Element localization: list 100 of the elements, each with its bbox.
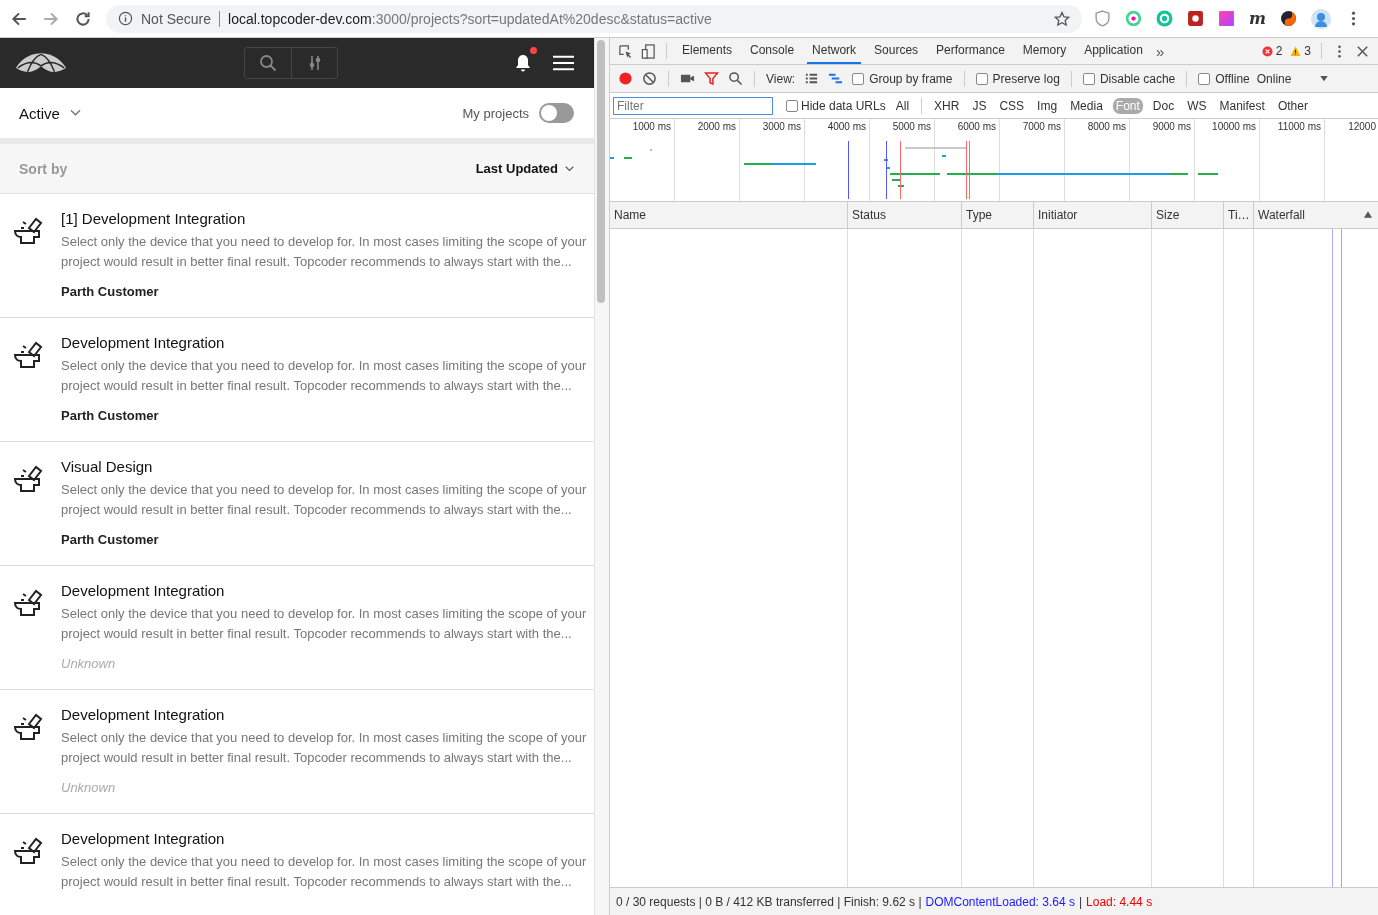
type-filter[interactable]: Other [1274,97,1311,114]
checkbox-label: Disable cache [1099,71,1176,86]
type-filter[interactable]: Img [1034,97,1061,114]
project-title[interactable]: Development Integration [61,706,588,723]
ring-icon[interactable] [1125,10,1143,27]
project-title[interactable]: [1] Development Integration [61,210,588,227]
gradient-square-icon[interactable] [1218,10,1236,27]
column-header[interactable]: Ti… [1224,202,1254,228]
checkbox[interactable] [1198,72,1211,85]
my-projects-toggle[interactable] [539,103,574,123]
type-filter[interactable]: Doc [1149,97,1178,114]
project-owner: Parth Customer [61,408,160,423]
shield-icon[interactable] [1094,10,1112,27]
warning-count[interactable]: 3 [1304,44,1311,58]
avatar-icon[interactable] [1311,8,1331,29]
timeline-tick: 9000 ms [1152,121,1191,132]
project-owner: Unknown [61,780,117,795]
timeline-tick: 7000 ms [1022,121,1061,132]
timeline-tick: 10000 ms [1212,121,1256,132]
type-filter[interactable]: Manifest [1216,97,1268,114]
dropdown-caret-icon[interactable] [1320,75,1329,82]
status-dropdown[interactable]: Active [19,104,81,122]
filter-icon[interactable] [704,71,719,86]
devtools-tab[interactable]: Elements [677,38,738,64]
search-icon[interactable] [728,71,743,86]
search-icon[interactable] [259,54,277,72]
project-title[interactable]: Development Integration [61,334,588,351]
project-description: Select only the device that you need to develop for. In most cases limiting the scope of your project would result in better final result. Topcoder recommends to always start with the... [61,481,588,519]
inspect-icon[interactable] [618,43,633,59]
address-bar[interactable]: Not Secure local.topcoder-dev.com:3000/projects?sort=updatedAt%20desc&status=active [106,4,1083,33]
project-owner: Parth Customer [61,532,160,547]
info-icon[interactable] [118,11,133,26]
devtools-tab[interactable]: Performance [931,38,1010,64]
column-header[interactable]: Type [962,202,1034,228]
chevron-down-icon[interactable] [69,109,81,117]
checkbox[interactable] [852,72,865,85]
checkbox-label: Preserve log [992,71,1060,86]
warning-icon[interactable] [1290,45,1302,57]
project-card[interactable] [0,442,594,566]
checkbox[interactable] [975,72,988,85]
sort-dropdown[interactable]: Last Updated [475,161,574,176]
project-title[interactable]: Visual Design [61,458,588,475]
devtools-tab[interactable]: Sources [869,38,924,64]
timeline-tick: 4000 ms [827,121,866,132]
devtools-tab[interactable]: Application [1079,38,1148,64]
project-card[interactable] [0,566,594,690]
status-separator: | [1078,894,1083,909]
column-header[interactable]: Waterfall [1254,202,1378,228]
column-header[interactable]: Size [1152,202,1224,228]
dom-loaded-time: DOMContentLoaded: 3.64 s [925,894,1075,909]
column-header[interactable]: Status [848,202,962,228]
clear-icon[interactable] [642,71,657,86]
column-header[interactable]: Initiator [1034,202,1152,228]
more-tabs-button[interactable]: » [1155,42,1165,60]
type-filter[interactable]: CSS [996,97,1028,114]
extension-icon[interactable] [1187,10,1205,27]
swirl-icon[interactable] [1280,10,1297,27]
throttling-select[interactable]: Online [1256,71,1292,86]
timeline-tick: 11000 ms [1277,121,1321,132]
project-card[interactable] [0,194,594,318]
menu-icon[interactable] [553,55,574,71]
waterfall-view-icon[interactable] [828,71,844,86]
project-description: Select only the device that you need to develop for. In most cases limiting the scope of your project would result in better final result. Topcoder recommends to always start with the... [61,729,588,767]
reload-icon[interactable] [74,9,92,28]
devtools-tab[interactable]: Console [745,38,800,64]
view-label: View: [766,71,796,86]
scrollbar-thumb[interactable] [597,40,605,303]
type-filter[interactable]: Media [1067,97,1106,114]
column-header[interactable]: Name [610,202,848,228]
project-title[interactable]: Development Integration [61,582,588,599]
error-icon[interactable] [1261,45,1273,57]
project-title[interactable]: Development Integration [61,830,588,847]
device-icon[interactable] [641,43,656,59]
close-icon[interactable] [1355,43,1370,59]
bell-icon[interactable] [513,53,533,73]
error-count[interactable]: 2 [1275,44,1283,58]
record-icon[interactable] [618,71,633,86]
timeline-tick: 8000 ms [1087,121,1126,132]
star-icon[interactable] [1054,10,1071,27]
type-filter[interactable]: XHR [931,97,963,114]
circle-icon[interactable] [1156,10,1174,27]
chevron-down-icon[interactable] [565,165,574,172]
status-summary: 0 / 30 requests | 0 B / 412 KB transferred | Finish: 9.62 s | [616,894,922,909]
extension-letter[interactable]: m [1249,9,1266,28]
timeline-tick: 3000 ms [762,121,801,132]
type-filter[interactable]: All [892,97,913,114]
checkbox-label: Hide data URLs [801,98,886,113]
checkbox[interactable] [1082,72,1095,85]
devtools-tab[interactable]: Memory [1017,38,1072,64]
logo-icon[interactable] [14,52,68,74]
checkbox[interactable] [786,99,798,112]
url-text: local.topcoder-dev.com:3000/projects?sort=updatedAt%20desc&status=active [228,10,713,27]
list-view-icon[interactable] [804,71,820,86]
sort-up-icon[interactable] [1364,211,1372,218]
filter-input[interactable]: Filter [613,96,773,115]
type-filter[interactable]: WS [1184,97,1210,114]
project-card[interactable] [0,318,594,442]
type-filter[interactable]: JS [969,97,990,114]
project-card[interactable] [0,690,594,814]
toggle-label: My projects [462,105,529,121]
